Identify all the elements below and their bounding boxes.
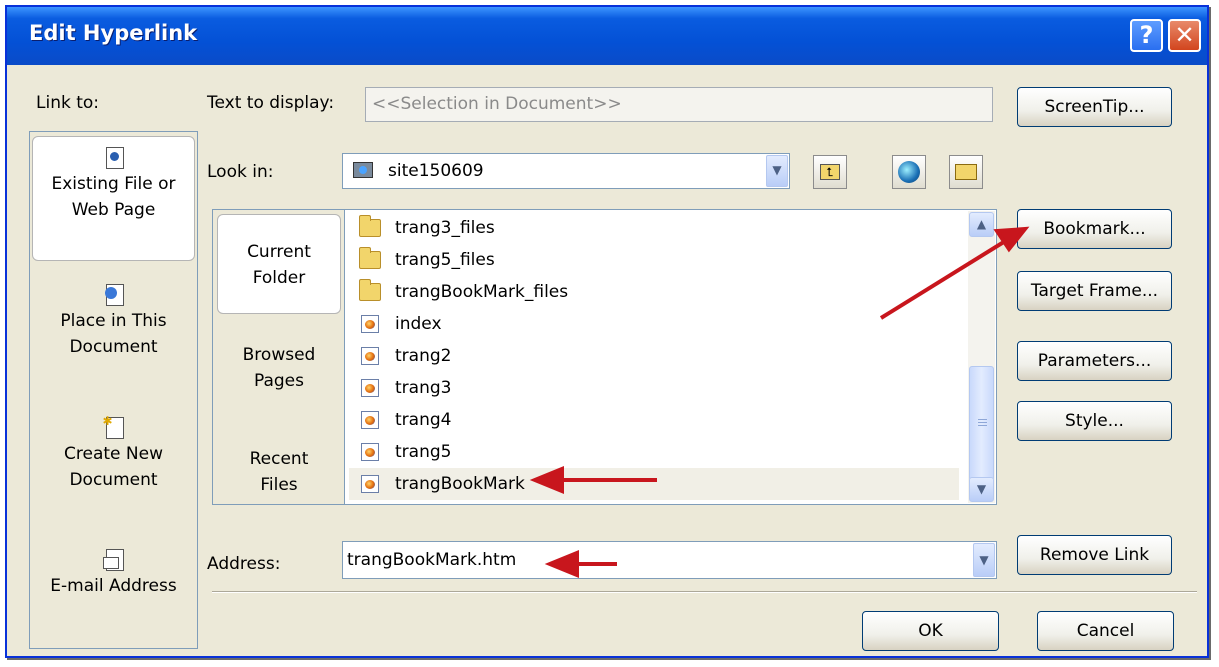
bottom-separator	[212, 591, 1197, 593]
address-value[interactable]: trangBookMark.htm	[347, 542, 516, 578]
link-email-address[interactable]: E-mail Address	[32, 547, 195, 627]
scroll-thumb[interactable]	[969, 366, 994, 481]
file-list-item[interactable]: trangBookMark	[349, 468, 959, 500]
file-list-scrollbar[interactable]: ▲ ▼	[968, 211, 995, 503]
place-current-folder[interactable]: Current Folder	[217, 214, 341, 314]
place-browsed-line1: Browsed	[242, 345, 316, 365]
link-existing-file-line2: Web Page	[71, 200, 156, 220]
link-to-label: Link to:	[36, 93, 100, 113]
place-current-line1: Current	[247, 242, 311, 262]
screentip-button[interactable]: ScreenTip...	[1017, 87, 1172, 127]
browse-web-button[interactable]	[892, 155, 926, 189]
file-list-item[interactable]: trang5_files	[349, 244, 959, 276]
link-create-line2: Document	[69, 470, 158, 490]
file-list[interactable]: trang3_files trang5_files trangBookMark_fi…	[344, 209, 997, 505]
html-file-icon	[361, 315, 379, 333]
scroll-down-button[interactable]: ▼	[969, 477, 994, 502]
target-frame-button[interactable]: Target Frame...	[1017, 271, 1172, 311]
html-file-icon	[361, 347, 379, 365]
link-place-in-document[interactable]: Place in This Document	[32, 282, 195, 392]
file-list-item[interactable]: trang4	[349, 404, 959, 436]
place-current-line2: Folder	[252, 268, 306, 288]
file-name: trangBookMark	[395, 474, 525, 494]
parameters-button[interactable]: Parameters...	[1017, 341, 1172, 381]
link-place-line2: Document	[69, 337, 158, 357]
file-name: trang3_files	[395, 218, 495, 238]
file-name: trangBookMark_files	[395, 282, 569, 302]
style-button[interactable]: Style...	[1017, 401, 1172, 441]
look-in-value: site150609	[388, 161, 484, 181]
link-existing-file-line1: Existing File or	[51, 174, 176, 194]
ok-button[interactable]: OK	[862, 611, 999, 651]
file-name: index	[395, 314, 442, 334]
place-browsed-pages[interactable]: Browsed Pages	[217, 342, 341, 402]
html-file-icon	[361, 443, 379, 461]
file-list-item[interactable]: trang3_files	[349, 212, 959, 244]
title-bar[interactable]: Edit Hyperlink ? ✕	[7, 7, 1207, 65]
places-bar: Current Folder Browsed Pages Recent File…	[212, 209, 345, 505]
scroll-up-button[interactable]: ▲	[969, 212, 994, 237]
site-folder-icon	[353, 162, 373, 178]
create-new-document-icon: ✱	[103, 415, 125, 441]
up-one-folder-button[interactable]: ⮤	[813, 155, 847, 189]
text-to-display-label: Text to display:	[207, 93, 335, 113]
email-address-icon	[102, 547, 125, 573]
file-name: trang3	[395, 378, 452, 398]
link-to-bar: Existing File or Web Page Place in This …	[29, 131, 198, 649]
html-file-icon	[361, 379, 379, 397]
file-list-item[interactable]: index	[349, 308, 959, 340]
file-list-item[interactable]: trangBookMark_files	[349, 276, 959, 308]
edit-hyperlink-dialog: Edit Hyperlink ? ✕ Link to: Existing Fil…	[5, 5, 1209, 658]
file-name: trang5	[395, 442, 452, 462]
address-combo[interactable]: trangBookMark.htm ▼	[342, 541, 997, 579]
look-in-dropdown-arrow[interactable]: ▼	[766, 155, 788, 187]
cancel-button[interactable]: Cancel	[1037, 611, 1174, 651]
folder-icon	[359, 247, 381, 269]
link-create-new-document[interactable]: ✱ Create New Document	[32, 415, 195, 525]
html-file-icon	[361, 411, 379, 429]
place-browsed-line2: Pages	[253, 371, 304, 391]
help-button[interactable]: ?	[1130, 19, 1163, 52]
place-in-document-icon	[103, 282, 125, 308]
file-list-item[interactable]: trang3	[349, 372, 959, 404]
dialog-title: Edit Hyperlink	[29, 21, 198, 45]
address-dropdown-arrow[interactable]: ▼	[973, 543, 995, 577]
text-to-display-field[interactable]: <<Selection in Document>>	[365, 87, 993, 122]
look-in-combo[interactable]: site150609 ▼	[342, 153, 790, 189]
place-recent-line1: Recent	[249, 449, 309, 469]
place-recent-line2: Files	[260, 475, 298, 495]
folder-icon	[359, 215, 381, 237]
browse-file-button[interactable]	[949, 155, 983, 189]
file-name: trang4	[395, 410, 452, 430]
place-recent-files[interactable]: Recent Files	[217, 446, 341, 506]
link-place-line1: Place in This	[60, 311, 167, 331]
look-in-label: Look in:	[207, 162, 274, 182]
open-folder-icon	[955, 164, 977, 180]
bookmark-button[interactable]: Bookmark...	[1017, 209, 1172, 249]
address-label: Address:	[207, 554, 281, 574]
up-folder-icon: ⮤	[820, 164, 840, 180]
close-button[interactable]: ✕	[1168, 19, 1201, 52]
file-name: trang2	[395, 346, 452, 366]
existing-file-icon	[103, 145, 125, 171]
file-name: trang5_files	[395, 250, 495, 270]
link-create-line1: Create New	[64, 444, 163, 464]
file-list-item[interactable]: trang5	[349, 436, 959, 468]
folder-icon	[359, 279, 381, 301]
link-email-line1: E-mail Address	[50, 576, 177, 596]
link-existing-file[interactable]: Existing File or Web Page	[32, 136, 195, 261]
browse-web-icon	[898, 161, 920, 183]
html-file-icon	[361, 475, 379, 493]
remove-link-button[interactable]: Remove Link	[1017, 535, 1172, 575]
file-list-item[interactable]: trang2	[349, 340, 959, 372]
